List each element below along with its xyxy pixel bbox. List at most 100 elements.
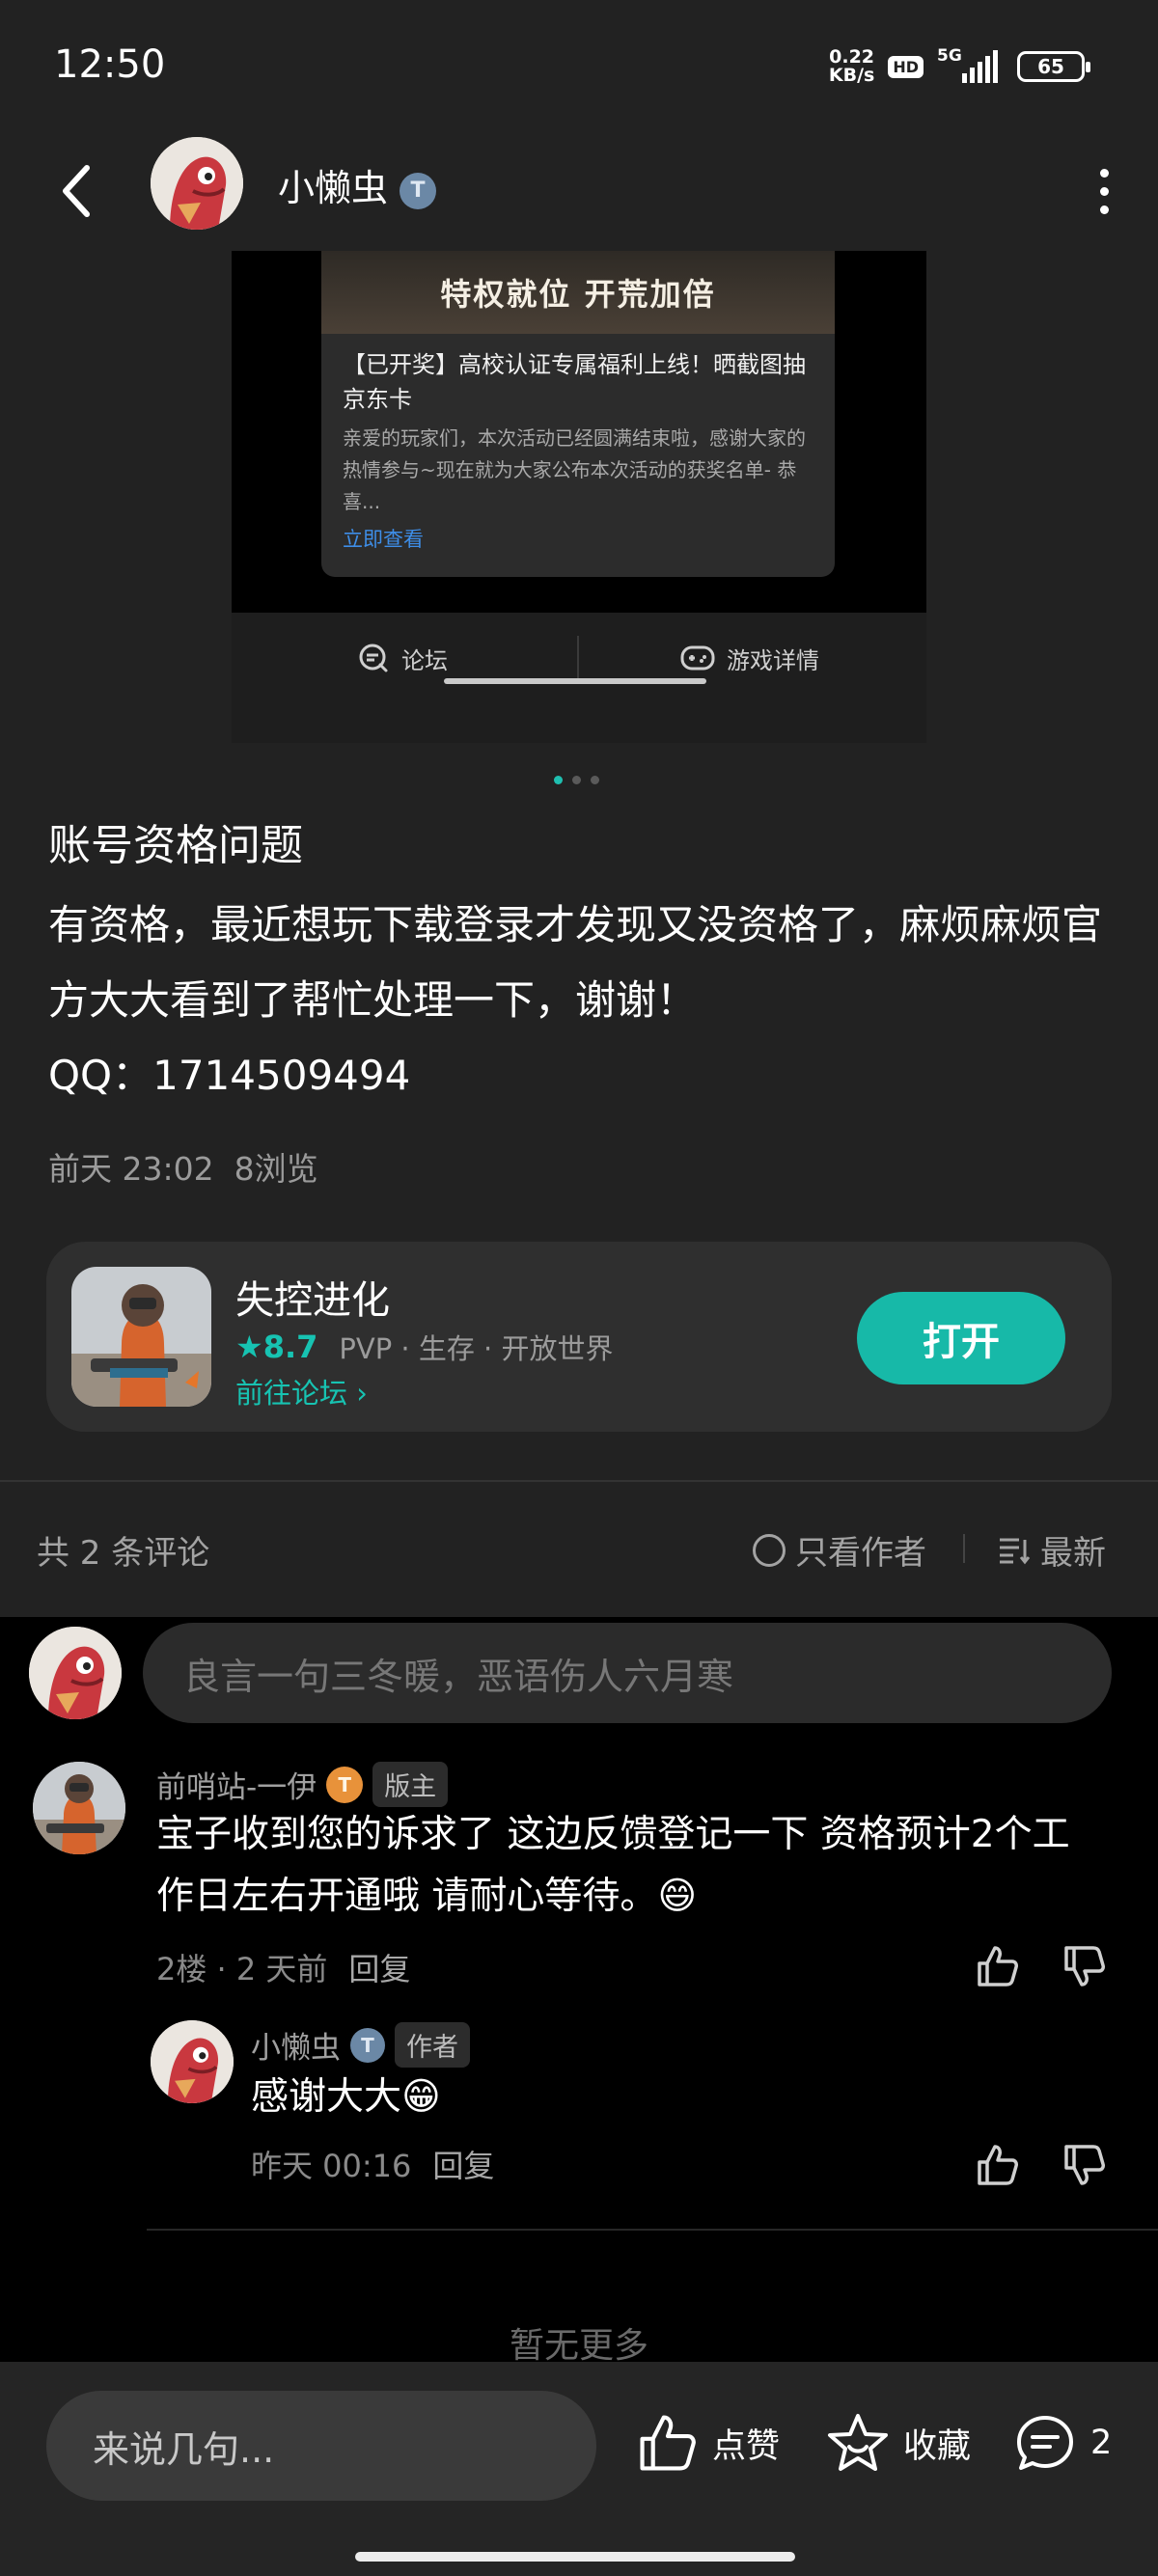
author-name-text: 小懒虫: [278, 167, 389, 209]
game-rating: ★8.7: [235, 1329, 317, 1365]
dot-icon: [1099, 186, 1109, 196]
reply-button[interactable]: 回复: [432, 2142, 494, 2186]
chevron-right-icon: ›: [356, 1377, 368, 1410]
thumbs-up-icon: [978, 1946, 1018, 1987]
image-banner: 特权就位 开荒加倍: [321, 251, 835, 334]
game-icon: [71, 1267, 211, 1407]
author-badge: 作者: [395, 2022, 470, 2068]
dislike-button[interactable]: [1058, 1939, 1112, 1993]
post-body-text: 有资格，最近想玩下载登录才发现又没资格了，麻烦麻烦官方大大看到了帮忙处理一下，谢…: [48, 901, 1103, 1024]
chevron-left-icon: [63, 165, 90, 217]
bottom-action-bar: 来说几句... 点赞 收藏 2: [0, 2362, 1158, 2576]
comments-count-badge: 2: [1090, 2424, 1113, 2462]
sort-latest-button[interactable]: 最新: [998, 1526, 1106, 1574]
open-game-button[interactable]: 打开: [857, 1292, 1065, 1384]
image-bottom-tabs: 论坛 游戏详情: [232, 613, 926, 743]
sort-latest-label: 最新: [1040, 1534, 1106, 1573]
star-icon: ★: [235, 1329, 263, 1365]
image-card-link: 立即查看: [343, 528, 424, 551]
go-to-forum-label: 前往论坛: [235, 1377, 348, 1410]
image-tab-divider: [577, 636, 579, 682]
post-title: 账号资格问题: [48, 821, 303, 870]
role-badge: 版主: [372, 1762, 449, 1807]
thumbs-up-icon: [640, 2415, 696, 2471]
comments-count: 共 2 条评论: [37, 1534, 210, 1573]
reply-text[interactable]: 感谢大大😁: [251, 2067, 1100, 2128]
replier-avatar[interactable]: [151, 2020, 234, 2103]
status-icons: 0.22 KB/s HD 5G 65: [828, 46, 1090, 86]
commenter-avatar[interactable]: [33, 1762, 125, 1854]
hd-icon: HD: [888, 55, 924, 78]
thumbs-up-icon: [978, 2145, 1018, 2185]
no-more-text: 暂无更多: [509, 2326, 648, 2366]
image-tab-forum-label: 论坛: [401, 646, 448, 674]
comments-button[interactable]: 2: [1013, 2412, 1112, 2474]
reply-meta: 昨天 00:16 回复: [251, 2142, 494, 2186]
image-tab-forum: 论坛: [357, 634, 448, 682]
signal-icon: 5G: [937, 46, 998, 83]
back-button[interactable]: [48, 156, 106, 226]
game-card[interactable]: 失控进化 ★8.7 PVP · 生存 · 开放世界 前往论坛 › 打开: [46, 1242, 1112, 1432]
network-type: 5G: [937, 46, 962, 66]
commenter-name-row: 前哨站-一伊 T 版主: [156, 1762, 449, 1807]
post-image[interactable]: 特权就位 开荒加倍 【已开奖】高校认证专属福利上线！晒截图抽京东卡 亲爱的玩家们…: [232, 251, 926, 743]
thumbs-down-icon: [1064, 2145, 1105, 2185]
like-button[interactable]: [971, 2138, 1025, 2192]
author-only-toggle[interactable]: 只看作者: [753, 1526, 926, 1574]
verified-icon: T: [350, 2027, 385, 2063]
sort-icon: [1000, 1538, 1031, 1564]
comments-toolbar: 共 2 条评论 只看作者 最新: [0, 1482, 1158, 1617]
image-banner-text: 特权就位 开荒加倍: [440, 276, 716, 313]
author-only-label: 只看作者: [795, 1534, 926, 1573]
dislike-button[interactable]: [1058, 2138, 1112, 2192]
comments-area: 良言一句三冬暖，恶语伤人六月寒 前哨站-一伊 T 版主 宝子收到您的诉求了 这边…: [0, 1617, 1158, 2366]
status-bar: 12:50 0.22 KB/s HD 5G 65: [0, 0, 1158, 135]
reply-input[interactable]: 来说几句...: [46, 2391, 596, 2501]
dot-icon: [1099, 168, 1109, 178]
battery-icon: 65: [1017, 51, 1090, 82]
comment-floor: 2楼 · 2 天前: [156, 1951, 328, 1987]
verified-icon: T: [400, 172, 437, 209]
post-meta: 前天 23:02 8浏览: [48, 1143, 318, 1190]
status-time: 12:50: [54, 42, 166, 87]
favorite-button[interactable]: 收藏: [826, 2412, 971, 2474]
comment-text[interactable]: 宝子收到您的诉求了 这边反馈登记一下 资格预计2个工作日左右开通哦 请耐心等待。…: [156, 1804, 1102, 1928]
toolbar-separator: [963, 1534, 965, 1563]
image-tab-game-detail: 游戏详情: [680, 634, 819, 682]
star-icon: [828, 2414, 888, 2471]
net-speed-unit: KB/s: [828, 65, 875, 86]
reply-button[interactable]: 回复: [348, 1945, 410, 1989]
image-card-title: 【已开奖】高校认证专属福利上线！晒截图抽京东卡: [343, 351, 806, 413]
home-indicator[interactable]: [355, 2552, 795, 2562]
radio-icon: [753, 1533, 786, 1567]
comment-input[interactable]: 良言一句三冬暖，恶语伤人六月寒: [143, 1623, 1112, 1723]
commenter-name[interactable]: 前哨站-一伊: [156, 1763, 317, 1806]
image-card-body: 亲爱的玩家们，本次活动已经圆满结束啦，感谢大家的热情参与~现在就为大家公布本次活…: [343, 426, 806, 513]
replier-name[interactable]: 小懒虫: [251, 2023, 341, 2067]
comment-meta: 2楼 · 2 天前 回复: [156, 1945, 410, 1989]
image-tab-game-detail-label: 游戏详情: [727, 646, 819, 674]
post-body: 有资格，最近想玩下载登录才发现又没资格了，麻烦麻烦官方大大看到了帮忙处理一下，谢…: [48, 888, 1119, 1113]
like-post-button[interactable]: 点赞: [637, 2412, 780, 2474]
like-button[interactable]: [971, 1939, 1025, 1993]
forum-icon: [359, 644, 388, 672]
author-name[interactable]: 小懒虫 T: [278, 158, 437, 211]
thumbs-down-icon: [1064, 1946, 1105, 1987]
go-to-forum-link[interactable]: 前往论坛 ›: [235, 1371, 368, 1411]
replier-name-row: 小懒虫 T 作者: [251, 2022, 470, 2068]
thread-divider: [147, 2229, 1158, 2231]
image-pager-dots: [554, 776, 599, 784]
battery-level: 65: [1037, 55, 1064, 78]
game-tags: PVP · 生存 · 开放世界: [339, 1332, 614, 1365]
post-time: 前天 23:02: [48, 1150, 214, 1188]
comment-bubble-icon: [1017, 2416, 1073, 2470]
game-meta: ★8.7 PVP · 生存 · 开放世界: [235, 1327, 614, 1367]
favorite-label: 收藏: [903, 2426, 972, 2466]
more-options-button[interactable]: [1085, 162, 1123, 220]
game-rating-value: 8.7: [262, 1329, 318, 1365]
post-qq: QQ：1714509494: [48, 1052, 411, 1099]
moderator-icon: T: [326, 1766, 364, 1803]
pager-dot: [572, 776, 581, 784]
pager-dot: [591, 776, 599, 784]
author-avatar[interactable]: [151, 137, 243, 230]
